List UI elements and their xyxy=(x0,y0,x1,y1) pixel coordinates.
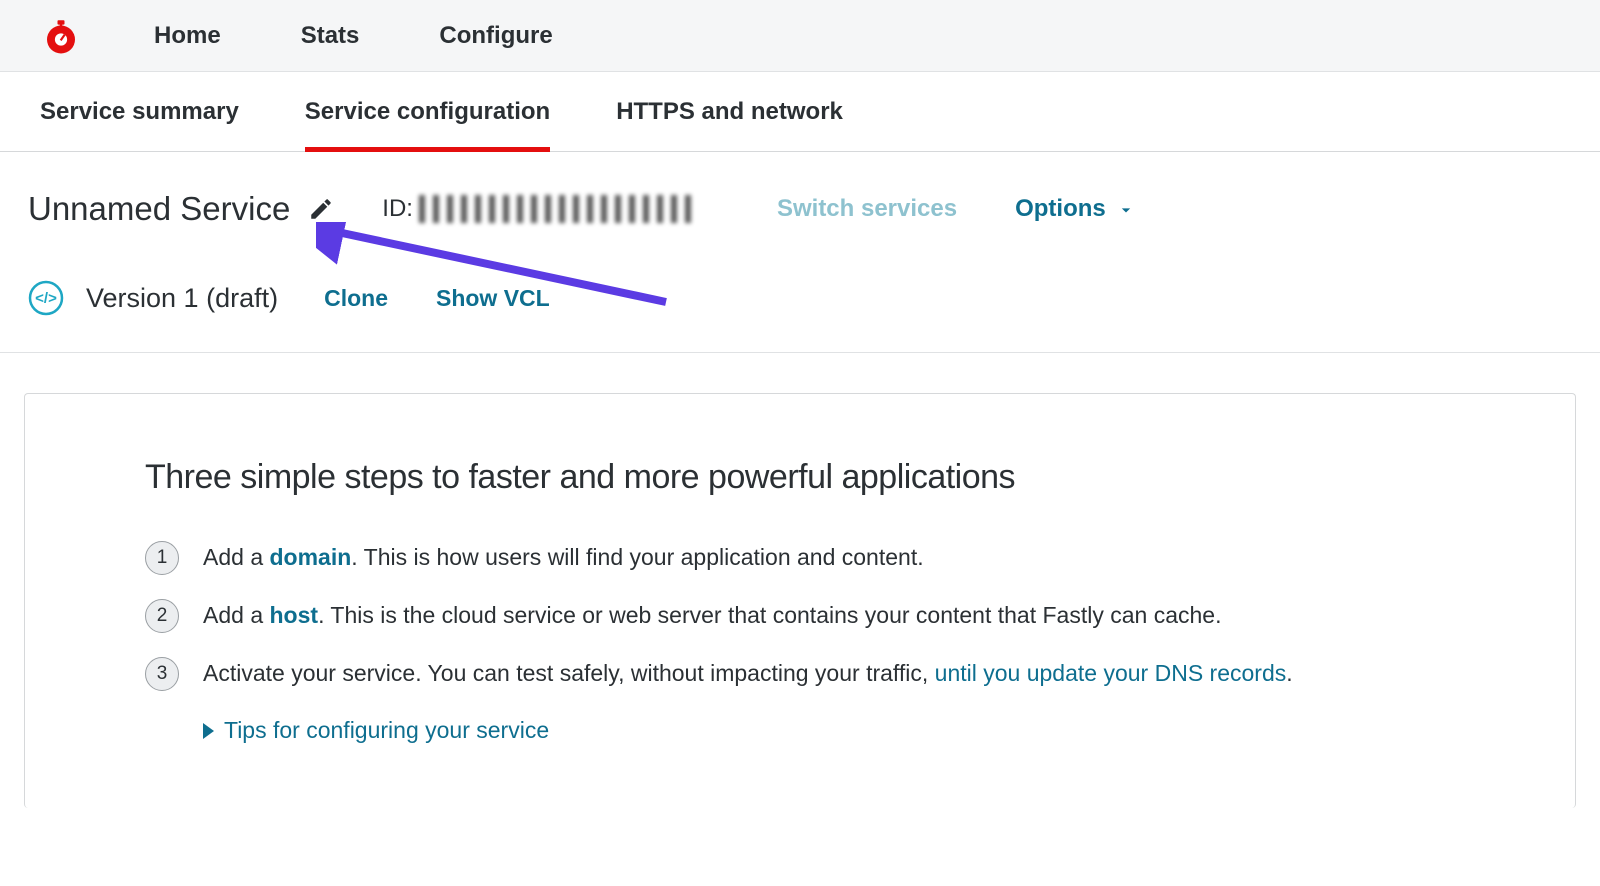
step-suffix: . This is how users will find your appli… xyxy=(351,544,923,570)
tips-toggle[interactable]: Tips for configuring your service xyxy=(203,717,1455,744)
onboarding-heading: Three simple steps to faster and more po… xyxy=(145,458,1455,497)
host-link[interactable]: host xyxy=(270,602,319,628)
step-number: 3 xyxy=(145,657,179,691)
service-id-block: ID: xyxy=(382,195,699,223)
nav-configure[interactable]: Configure xyxy=(439,22,552,50)
step-text: Add a domain. This is how users will fin… xyxy=(203,541,924,573)
nav-home[interactable]: Home xyxy=(154,22,221,50)
service-title: Unnamed Service xyxy=(28,190,290,228)
onboarding-card: Three simple steps to faster and more po… xyxy=(24,393,1576,808)
service-id-redacted xyxy=(419,195,699,223)
topnav-links: Home Stats Configure xyxy=(154,22,553,50)
step-prefix: Add a xyxy=(203,602,270,628)
tips-label: Tips for configuring your service xyxy=(224,717,549,744)
domain-link[interactable]: domain xyxy=(270,544,352,570)
clone-button[interactable]: Clone xyxy=(324,285,388,312)
options-label: Options xyxy=(1015,195,1106,223)
code-icon: </> xyxy=(28,280,64,316)
triangle-right-icon xyxy=(203,723,214,739)
chevron-down-icon xyxy=(1116,199,1136,219)
tabbar: Service summary Service configuration HT… xyxy=(0,72,1600,152)
step-3: 3 Activate your service. You can test sa… xyxy=(145,657,1455,691)
switch-services-link[interactable]: Switch services xyxy=(777,195,957,223)
step-prefix: Activate your service. You can test safe… xyxy=(203,660,935,686)
tab-service-summary[interactable]: Service summary xyxy=(40,72,239,151)
step-prefix: Add a xyxy=(203,544,270,570)
edit-service-name-button[interactable] xyxy=(308,196,334,222)
step-text: Activate your service. You can test safe… xyxy=(203,657,1293,689)
tab-service-configuration[interactable]: Service configuration xyxy=(305,72,550,151)
tab-https-network[interactable]: HTTPS and network xyxy=(616,72,843,151)
svg-text:</>: </> xyxy=(35,290,57,307)
step-number: 1 xyxy=(145,541,179,575)
step-1: 1 Add a domain. This is how users will f… xyxy=(145,541,1455,575)
version-row: </> Version 1 (draft) Clone Show VCL xyxy=(0,228,1600,353)
step-number: 2 xyxy=(145,599,179,633)
show-vcl-button[interactable]: Show VCL xyxy=(436,285,550,312)
pencil-icon xyxy=(308,196,334,222)
topbar: Home Stats Configure xyxy=(0,0,1600,72)
nav-stats[interactable]: Stats xyxy=(301,22,360,50)
service-id-label: ID: xyxy=(382,195,413,223)
step-2: 2 Add a host. This is the cloud service … xyxy=(145,599,1455,633)
options-menu[interactable]: Options xyxy=(1015,195,1136,223)
onboarding-steps: 1 Add a domain. This is how users will f… xyxy=(145,541,1455,691)
dns-records-link[interactable]: until you update your DNS records xyxy=(935,660,1287,686)
step-suffix: . xyxy=(1286,660,1292,686)
version-label: Version 1 (draft) xyxy=(86,283,278,314)
step-suffix: . This is the cloud service or web serve… xyxy=(318,602,1221,628)
brand-logo[interactable] xyxy=(40,15,82,57)
service-header: Unnamed Service ID: Switch services Opti… xyxy=(0,152,1600,228)
step-text: Add a host. This is the cloud service or… xyxy=(203,599,1221,631)
